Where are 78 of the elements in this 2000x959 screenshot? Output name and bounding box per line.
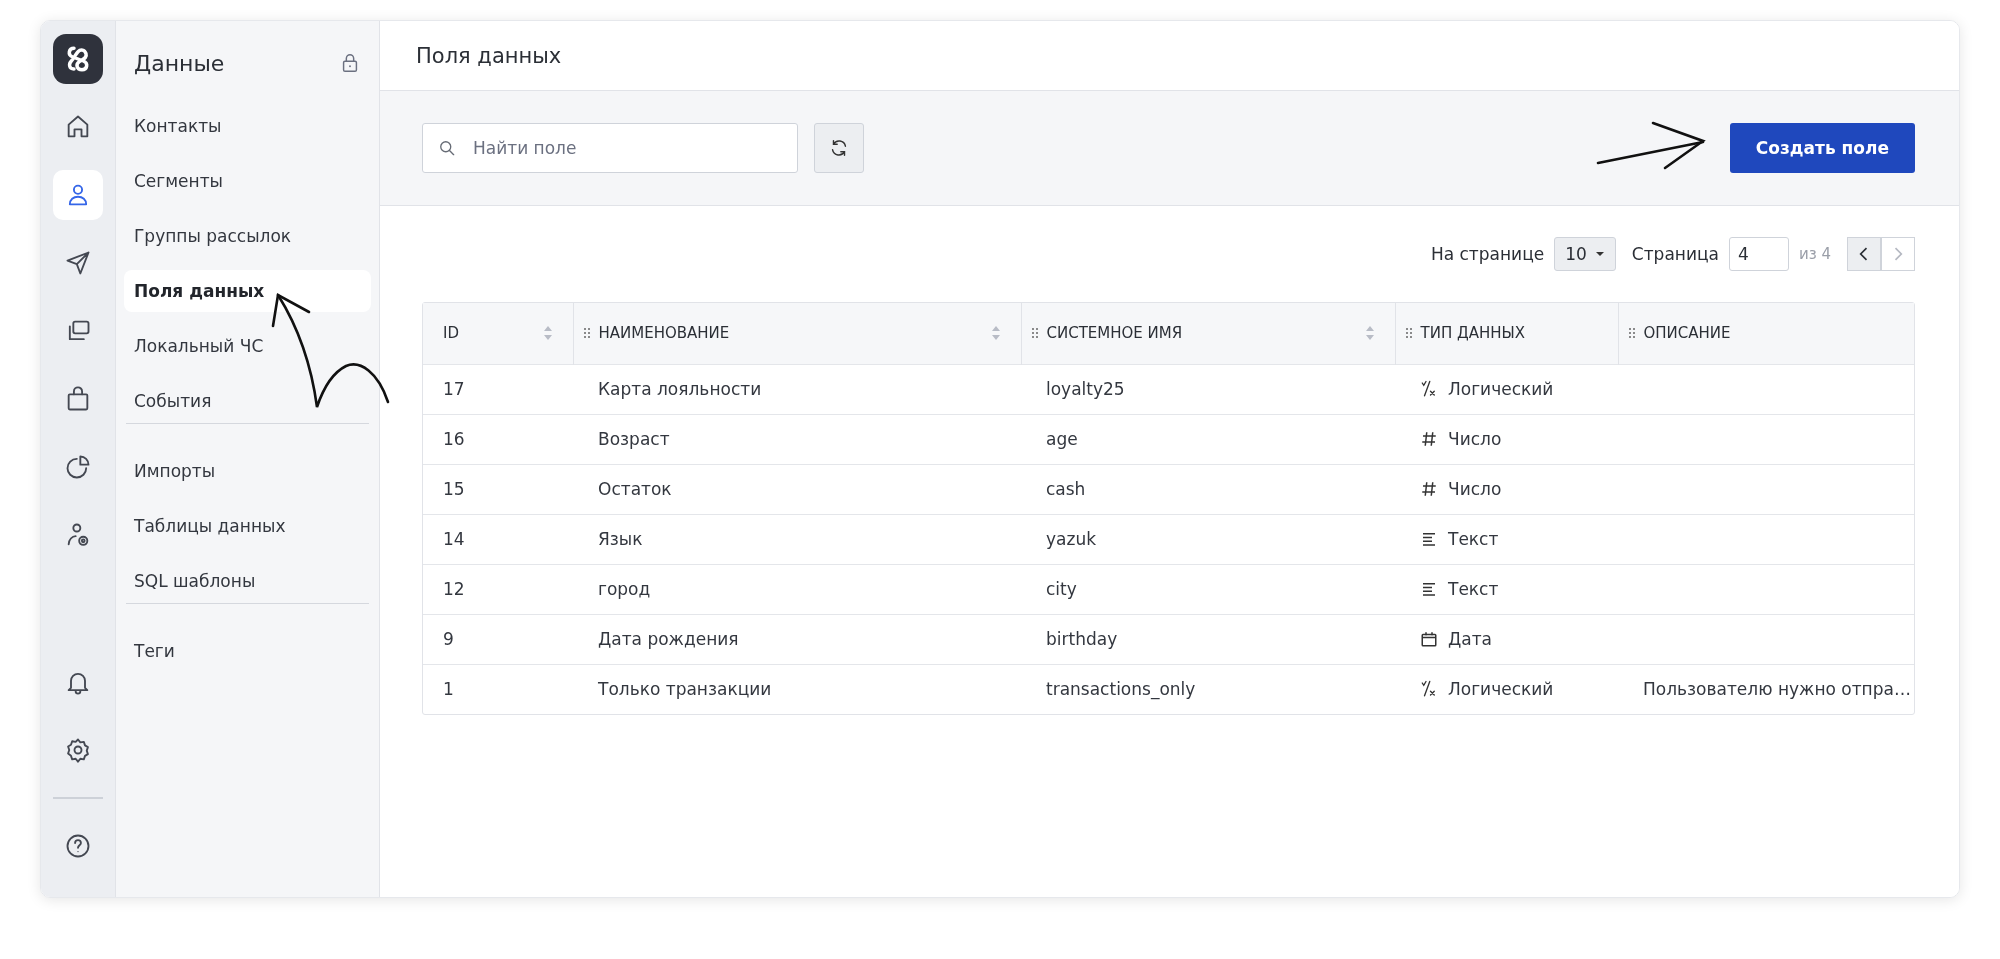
nav-item[interactable]: Теги [124,630,371,672]
previous-page-button[interactable] [1847,237,1881,271]
name-cell: город [598,579,651,599]
drag-handle-icon [1628,328,1635,339]
refresh-button[interactable] [814,123,864,173]
calendar-icon [1420,630,1438,648]
paper-plane-icon [64,249,92,277]
nav-item[interactable]: События [124,380,371,422]
id-cell: 1 [443,679,454,700]
data-type-cell: Дата [1448,629,1493,649]
nav-item[interactable]: Контакты [124,105,371,147]
nav-item[interactable]: Поля данных [124,270,371,312]
system-name-cell: cash [1046,479,1086,499]
sort-icon [542,325,553,342]
sort-icon [990,325,1001,342]
caret-icon [1594,251,1605,257]
data-type-cell: Текст [1448,579,1499,599]
drag-handle-icon [1405,328,1412,339]
nav-item[interactable]: Таблицы данных [124,505,371,547]
system-name-cell: loyalty25 [1046,379,1125,399]
nav-item[interactable]: SQL шаблоны [124,560,371,602]
id-cell: 15 [443,479,465,499]
per-page-label: На странице [1430,244,1545,264]
text-lines-icon [1420,580,1438,598]
id-cell: 17 [443,379,465,399]
page-label: Страница [1631,244,1719,264]
page-number-field[interactable]: 4 [1728,237,1789,271]
id-cell: 9 [443,629,454,649]
section-title: Данные [134,50,225,76]
system-name-cell: transactions_only [1046,679,1196,700]
system-name-cell: birthday [1046,629,1118,649]
column-header[interactable]: НАИМЕНОВАНИЕ [598,324,730,343]
hash-icon [1420,480,1438,498]
data-type-cell: Логический [1448,679,1554,700]
id-cell: 16 [443,429,465,449]
boolean-type-icon [1420,380,1438,398]
create-field-button[interactable]: Создать поле [1729,123,1915,173]
column-header[interactable]: СИСТЕМНОЕ ИМЯ [1046,324,1183,343]
page-title: Поля данных [416,43,562,68]
description-cell: Пользователю нужно отпра… [1643,679,1911,700]
text-lines-icon [1420,530,1438,548]
system-name-cell: yazuk [1046,529,1097,549]
name-cell: Возраст [598,429,670,449]
system-name-cell: age [1046,429,1078,449]
settings-icon [64,736,92,764]
nav-item[interactable]: Группы рассылок [124,215,371,257]
rail-button[interactable] [53,170,103,220]
column-header[interactable]: ID [443,324,459,343]
id-cell: 14 [443,529,465,549]
search-icon [437,138,457,158]
search-field[interactable]: Найти поле [422,123,798,173]
sort-icon [1364,325,1375,342]
per-page-dropdown[interactable]: 10 [1554,237,1616,271]
name-cell: Язык [598,529,643,549]
nav-item[interactable]: Сегменты [124,160,371,202]
column-header[interactable]: ОПИСАНИЕ [1643,324,1731,343]
column-header[interactable]: ТИП ДАННЫХ [1420,324,1525,343]
name-cell: Карта лояльности [598,379,762,399]
search-input[interactable]: Найти поле [471,128,783,168]
data-type-cell: Текст [1448,529,1499,549]
hash-icon [1420,430,1438,448]
boolean-type-icon [1420,680,1438,699]
name-cell: Дата рождения [598,629,739,649]
pie-chart-icon [64,453,92,481]
data-type-cell: Число [1448,479,1502,499]
data-type-cell: Число [1448,429,1502,449]
drag-handle-icon [583,328,590,339]
name-cell: Остаток [598,479,672,499]
data-type-cell: Логический [1448,379,1554,399]
system-name-cell: city [1046,579,1077,599]
id-cell: 12 [443,579,465,599]
help-icon [64,832,92,860]
app-logo[interactable] [53,34,103,84]
nav-item[interactable]: Локальный ЧС [124,325,371,367]
name-cell: Только транзакции [598,679,772,700]
nav-item[interactable]: Импорты [124,450,371,492]
page-count: из 4 [1798,245,1831,263]
drag-handle-icon [1031,328,1038,339]
